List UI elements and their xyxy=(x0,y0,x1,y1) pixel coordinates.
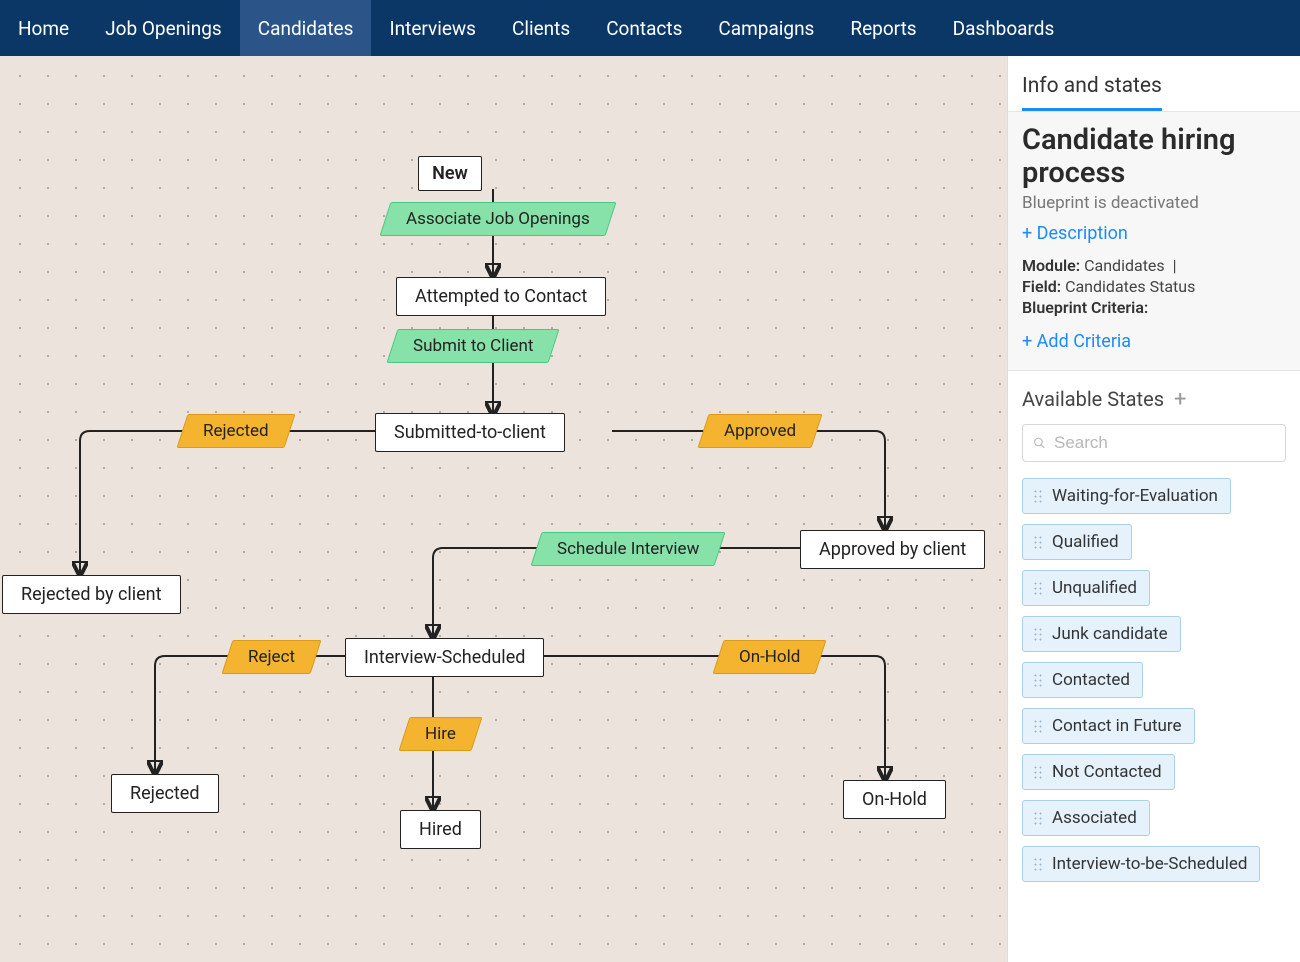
state-chip[interactable]: Unqualified xyxy=(1022,570,1150,606)
field-label: Field: xyxy=(1022,277,1061,296)
node-rejected-by-client[interactable]: Rejected by client xyxy=(2,575,181,614)
state-chip-label: Unqualified xyxy=(1052,578,1137,598)
transition-label: Reject xyxy=(248,647,295,667)
transition-rejected[interactable]: Rejected xyxy=(176,414,295,448)
available-states-heading: Available States xyxy=(1022,387,1164,411)
state-chip-label: Contacted xyxy=(1052,670,1130,690)
transition-label: Hire xyxy=(425,724,456,744)
transition-label: Associate Job Openings xyxy=(406,209,590,229)
blueprint-info-panel: Candidate hiring process Blueprint is de… xyxy=(1008,111,1300,371)
transition-label: Rejected xyxy=(203,421,269,441)
transition-submit[interactable]: Submit to Client xyxy=(386,329,559,363)
node-attempted[interactable]: Attempted to Contact xyxy=(396,277,606,316)
grip-icon xyxy=(1033,489,1044,503)
transition-schedule[interactable]: Schedule Interview xyxy=(530,532,725,566)
state-chip-label: Not Contacted xyxy=(1052,762,1162,782)
transition-hire[interactable]: Hire xyxy=(398,717,482,751)
nav-interviews[interactable]: Interviews xyxy=(371,0,494,56)
state-chip[interactable]: Not Contacted xyxy=(1022,754,1175,790)
transition-label: Submit to Client xyxy=(413,336,533,356)
state-chip[interactable]: Waiting-for-Evaluation xyxy=(1022,478,1231,514)
nav-clients[interactable]: Clients xyxy=(494,0,588,56)
state-chip-label: Waiting-for-Evaluation xyxy=(1052,486,1218,506)
state-chip[interactable]: Contacted xyxy=(1022,662,1143,698)
node-hired[interactable]: Hired xyxy=(400,810,481,849)
grip-icon xyxy=(1033,627,1044,641)
module-label: Module: xyxy=(1022,256,1080,275)
module-value: Candidates xyxy=(1084,256,1165,275)
state-chip[interactable]: Associated xyxy=(1022,800,1150,836)
node-interview-scheduled[interactable]: Interview-Scheduled xyxy=(345,638,544,677)
grip-icon xyxy=(1033,765,1044,779)
state-chip-list: Waiting-for-Evaluation Qualified Unquali… xyxy=(1022,478,1286,882)
nav-candidates[interactable]: Candidates xyxy=(240,0,372,56)
transition-label: On-Hold xyxy=(739,647,800,667)
transition-label: Approved xyxy=(724,421,796,441)
nav-campaigns[interactable]: Campaigns xyxy=(700,0,832,56)
grip-icon xyxy=(1033,857,1044,871)
transition-approved[interactable]: Approved xyxy=(697,414,822,448)
field-value: Candidates Status xyxy=(1065,277,1195,296)
transition-onhold[interactable]: On-Hold xyxy=(712,640,826,674)
state-chip-label: Interview-to-be-Scheduled xyxy=(1052,854,1247,874)
state-chip-label: Contact in Future xyxy=(1052,716,1182,736)
state-search[interactable] xyxy=(1022,424,1286,462)
nav-reports[interactable]: Reports xyxy=(832,0,934,56)
nav-home[interactable]: Home xyxy=(0,0,87,56)
state-chip[interactable]: Interview-to-be-Scheduled xyxy=(1022,846,1260,882)
node-onhold[interactable]: On-Hold xyxy=(843,780,946,819)
node-submitted[interactable]: Submitted-to-client xyxy=(375,413,565,452)
sidebar-tab-info[interactable]: Info and states xyxy=(1022,74,1162,111)
state-chip[interactable]: Junk candidate xyxy=(1022,616,1181,652)
blueprint-title: Candidate hiring process xyxy=(1022,124,1286,191)
state-chip-label: Associated xyxy=(1052,808,1137,828)
add-criteria-link[interactable]: + Add Criteria xyxy=(1022,331,1131,352)
nav-contacts[interactable]: Contacts xyxy=(588,0,700,56)
add-description-link[interactable]: + Description xyxy=(1022,223,1128,244)
blueprint-subtitle: Blueprint is deactivated xyxy=(1022,193,1286,213)
search-icon xyxy=(1033,434,1046,452)
grip-icon xyxy=(1033,811,1044,825)
add-state-button[interactable]: + xyxy=(1174,387,1186,412)
grip-icon xyxy=(1033,581,1044,595)
transition-label: Schedule Interview xyxy=(557,539,699,559)
state-chip-label: Qualified xyxy=(1052,532,1119,552)
transition-reject[interactable]: Reject xyxy=(221,640,321,674)
grip-icon xyxy=(1033,719,1044,733)
state-search-input[interactable] xyxy=(1054,433,1275,453)
transition-associate[interactable]: Associate Job Openings xyxy=(379,202,616,236)
sidebar: Info and states Candidate hiring process… xyxy=(1007,56,1300,962)
blueprint-canvas[interactable]: New Associate Job Openings Attempted to … xyxy=(0,56,1007,962)
grip-icon xyxy=(1033,673,1044,687)
grip-icon xyxy=(1033,535,1044,549)
state-chip-label: Junk candidate xyxy=(1052,624,1168,644)
node-approved-by-client[interactable]: Approved by client xyxy=(800,530,985,569)
top-nav: Home Job Openings Candidates Interviews … xyxy=(0,0,1300,56)
nav-job-openings[interactable]: Job Openings xyxy=(87,0,240,56)
node-rejected[interactable]: Rejected xyxy=(111,774,219,813)
state-chip[interactable]: Qualified xyxy=(1022,524,1132,560)
state-chip[interactable]: Contact in Future xyxy=(1022,708,1195,744)
criteria-label: Blueprint Criteria: xyxy=(1022,298,1148,317)
nav-dashboards[interactable]: Dashboards xyxy=(935,0,1073,56)
node-new[interactable]: New xyxy=(418,156,482,191)
